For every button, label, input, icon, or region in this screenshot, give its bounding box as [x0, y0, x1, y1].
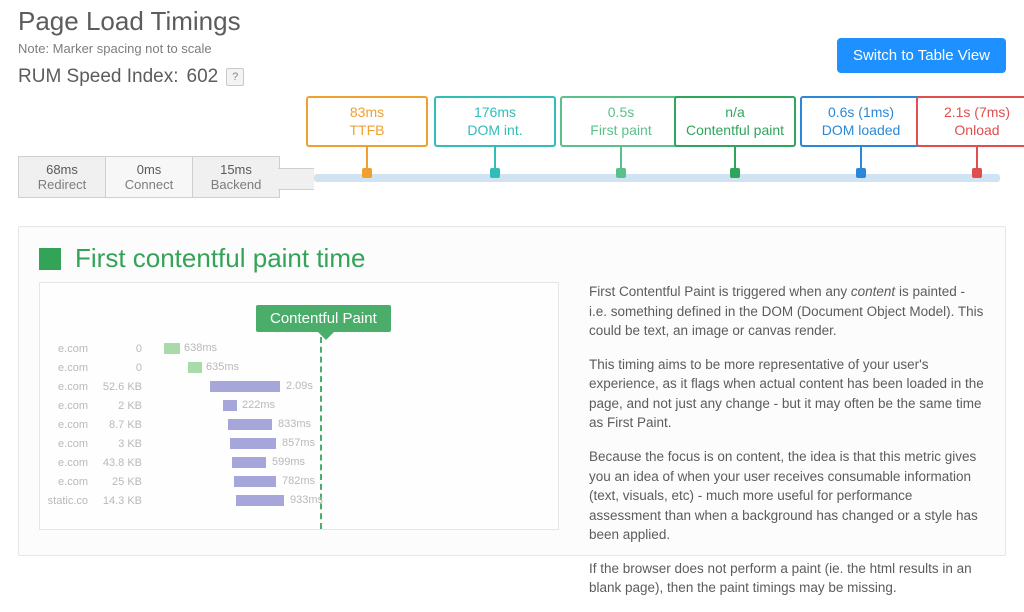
phase-label: Connect [125, 177, 173, 192]
desc-p3: Because the focus is on content, the ide… [589, 447, 985, 545]
page-title: Page Load Timings [18, 6, 1006, 37]
wf-host: e.com [40, 400, 94, 412]
marker-label: First paint [566, 122, 676, 140]
wf-time: 635ms [206, 361, 239, 373]
wf-host: e.com [40, 343, 94, 355]
wf-host: e.com [40, 381, 94, 393]
wf-size: 3 KB [94, 438, 148, 450]
marker-time: 2.1s (7ms) [922, 104, 1024, 122]
wf-host: e.com [40, 438, 94, 450]
waterfall-row: e.com8.7 KB 833ms [40, 415, 558, 434]
wf-host: e.com [40, 419, 94, 431]
wf-track: 833ms [148, 419, 558, 430]
rum-value: 602 [187, 66, 219, 88]
contentful-paint-flag: Contentful Paint [256, 305, 391, 332]
wf-size: 25 KB [94, 476, 148, 488]
panel-color-swatch [39, 248, 61, 270]
marker-ttfb[interactable]: 83msTTFB [304, 96, 430, 178]
wf-time: 933ms [290, 494, 323, 506]
waterfall-row: e.com2 KB 222ms [40, 396, 558, 415]
panel-title: First contentful paint time [75, 243, 365, 274]
desc-p2: This timing aims to be more representati… [589, 355, 985, 433]
wf-size: 2 KB [94, 400, 148, 412]
waterfall-row: e.com25 KB 782ms [40, 472, 558, 491]
wf-host: e.com [40, 362, 94, 374]
wf-time: 857ms [282, 437, 315, 449]
marker-onload[interactable]: 2.1s (7ms)Onload [914, 96, 1024, 178]
marker-label: Contentful paint [680, 122, 790, 140]
wf-size: 8.7 KB [94, 419, 148, 431]
waterfall-row: e.com43.8 KB 599ms [40, 453, 558, 472]
wf-track: 635ms [148, 362, 558, 373]
marker-dom-int[interactable]: 176msDOM int. [432, 96, 558, 178]
wf-time: 833ms [278, 418, 311, 430]
marker-label: Onload [922, 122, 1024, 140]
desc-p4: If the browser does not perform a paint … [589, 559, 985, 598]
timeline: 68msRedirect0msConnect15msBackend 83msTT… [18, 96, 1006, 216]
wf-size: 43.8 KB [94, 457, 148, 469]
wf-track: 933ms [148, 495, 558, 506]
panel-header: First contentful paint time [39, 243, 985, 274]
panel-description: First Contentful Paint is triggered when… [589, 282, 985, 612]
switch-view-button[interactable]: Switch to Table View [837, 38, 1006, 73]
page-root: Page Load Timings Note: Marker spacing n… [0, 0, 1024, 596]
marker-first-paint[interactable]: 0.5sFirst paint [558, 96, 684, 178]
wf-host: e.com [40, 476, 94, 488]
marker-label: DOM int. [440, 122, 550, 140]
wf-track: 599ms [148, 457, 558, 468]
wf-host: e.com [40, 457, 94, 469]
marker-time: n/a [680, 104, 790, 122]
phase-time: 15ms [220, 162, 252, 177]
detail-panel: First contentful paint time Contentful P… [18, 226, 1006, 556]
wf-time: 599ms [272, 456, 305, 468]
wf-time: 638ms [184, 342, 217, 354]
wf-size: 0 [94, 343, 148, 355]
marker-label: DOM loaded [806, 122, 916, 140]
wf-track: 782ms [148, 476, 558, 487]
marker-time: 176ms [440, 104, 550, 122]
wf-track: 222ms [148, 400, 558, 411]
phase-time: 68ms [46, 162, 78, 177]
phase-redirect[interactable]: 68msRedirect [18, 156, 106, 198]
marker-time: 83ms [312, 104, 422, 122]
wf-time: 222ms [242, 399, 275, 411]
waterfall-row: e.com52.6 KB 2.09s [40, 377, 558, 396]
phase-label: Backend [211, 177, 262, 192]
waterfall-row: static.co14.3 KB 933ms [40, 491, 558, 510]
phase-backend[interactable]: 15msBackend [193, 156, 280, 198]
wf-track: 857ms [148, 438, 558, 449]
marker-contentful-paint[interactable]: n/aContentful paint [672, 96, 798, 178]
marker-dom-loaded[interactable]: 0.6s (1ms)DOM loaded [798, 96, 924, 178]
phase-label: Redirect [38, 177, 86, 192]
wf-size: 14.3 KB [94, 495, 148, 507]
waterfall-preview: Contentful Paint e.com0638mse.com0635mse… [39, 282, 559, 530]
marker-time: 0.6s (1ms) [806, 104, 916, 122]
wf-host: static.co [40, 495, 94, 507]
phase-connect[interactable]: 0msConnect [106, 156, 193, 198]
rum-label: RUM Speed Index: [18, 66, 179, 88]
phase-boxes: 68msRedirect0msConnect15msBackend [18, 156, 280, 198]
waterfall-row: e.com3 KB 857ms [40, 434, 558, 453]
wf-time: 782ms [282, 475, 315, 487]
marker-time: 0.5s [566, 104, 676, 122]
waterfall-row: e.com0 635ms [40, 358, 558, 377]
wf-size: 0 [94, 362, 148, 374]
desc-p1: First Contentful Paint is triggered when… [589, 282, 985, 341]
wf-size: 52.6 KB [94, 381, 148, 393]
wf-track: 2.09s [148, 381, 558, 392]
wf-track: 638ms [148, 343, 558, 354]
wf-time: 2.09s [286, 380, 313, 392]
phase-time: 0ms [137, 162, 162, 177]
marker-label: TTFB [312, 122, 422, 140]
waterfall-row: e.com0 638ms [40, 339, 558, 358]
help-icon[interactable]: ? [226, 68, 244, 86]
